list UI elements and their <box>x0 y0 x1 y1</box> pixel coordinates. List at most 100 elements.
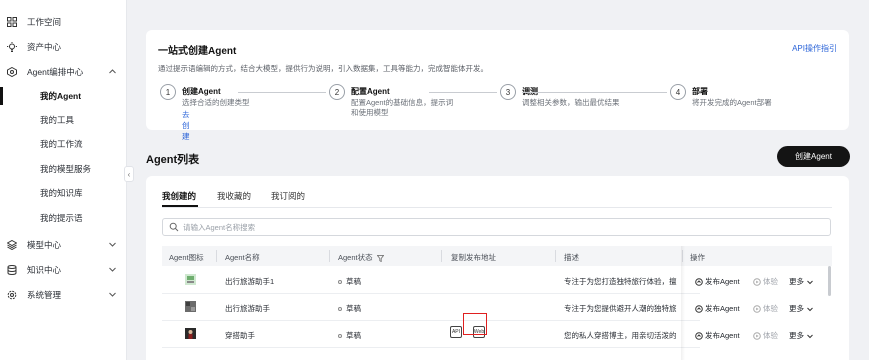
status-badge: 草稿 <box>338 303 361 314</box>
table-row[interactable]: 出行旅游助手 草稿 专注于为您提供避开人潮的独特旅 发布Agent 体验 更多 <box>162 294 848 321</box>
nav-item-system-admin[interactable]: 系统管理 <box>0 283 127 307</box>
col-agent-status: Agent状态 <box>338 252 385 263</box>
agent-avatar <box>185 301 196 312</box>
chevron-down-icon <box>807 280 813 284</box>
step-connector <box>522 92 667 93</box>
col-agent-icon: Agent图标 <box>169 253 204 262</box>
copy-api-address-icon[interactable]: API <box>450 326 462 338</box>
search-input[interactable] <box>183 222 783 232</box>
nav-label: Agent编排中心 <box>27 67 84 77</box>
step-desc: 将开发完成的Agent部署 <box>692 98 772 107</box>
table-scrollbar[interactable] <box>828 266 831 296</box>
test-button[interactable]: 体验 <box>753 276 778 287</box>
step-number: 4 <box>670 84 686 100</box>
column-divider <box>216 250 217 262</box>
step-number: 3 <box>500 84 516 100</box>
knowledge-icon <box>6 264 18 276</box>
status-badge: 草稿 <box>338 330 361 341</box>
chevron-down-icon <box>109 242 116 247</box>
test-button[interactable]: 体验 <box>753 303 778 314</box>
chevron-down-icon <box>807 307 813 311</box>
nav-item-knowledge-center[interactable]: 知识中心 <box>0 258 127 282</box>
sidebar-item-my-tools[interactable]: 我的工具 <box>0 108 127 132</box>
agent-name[interactable]: 穿搭助手 <box>225 330 255 341</box>
agent-name[interactable]: 出行旅游助手 <box>225 303 270 314</box>
sidebar-item-my-prompts[interactable]: 我的提示语 <box>0 206 127 230</box>
agent-description: 您的私人穿搭博主，用亲切活泼的 <box>564 331 677 340</box>
nav-item-model-center[interactable]: 模型中心 <box>0 233 127 257</box>
test-icon <box>753 331 761 340</box>
more-dropdown[interactable]: 更多 <box>789 276 816 287</box>
agent-name[interactable]: 出行旅游助手1 <box>225 276 274 287</box>
nav-label: 系统管理 <box>27 290 62 300</box>
go-create-link[interactable]: 去创建 <box>182 109 190 142</box>
step-connector <box>429 92 497 93</box>
settings-icon <box>6 289 18 301</box>
agent-avatar <box>185 328 196 339</box>
col-actions: 操作 <box>690 253 705 262</box>
sidebar-item-my-knowledge[interactable]: 我的知识库 <box>0 181 127 205</box>
nav-item-assets[interactable]: 资产中心 <box>0 35 127 59</box>
table-row[interactable]: 穿搭助手 草稿 API Web 您的私人穿搭博主，用亲切活泼的 发布Agent … <box>162 321 848 348</box>
status-dot-icon <box>338 334 342 339</box>
bulb-icon <box>6 41 18 53</box>
search-icon <box>169 222 179 232</box>
sidebar-item-my-agent[interactable]: 我的Agent <box>0 84 127 108</box>
publish-agent-button[interactable]: 发布Agent <box>695 303 740 314</box>
chevron-up-icon <box>109 69 116 74</box>
test-icon <box>753 277 761 286</box>
status-badge: 草稿 <box>338 276 361 287</box>
status-dot-icon <box>338 307 342 312</box>
publish-agent-button[interactable]: 发布Agent <box>695 330 740 341</box>
create-agent-button[interactable]: 创建Agent <box>777 146 850 167</box>
agent-icon <box>6 66 18 78</box>
tab-my-subscribed[interactable]: 我订阅的 <box>271 190 305 202</box>
chevron-left-icon: ‹ <box>127 169 131 179</box>
fixed-column-shadow <box>681 246 685 360</box>
sidebar-item-my-workflow[interactable]: 我的工作流 <box>0 132 127 156</box>
nav-item-agent-center[interactable]: Agent编排中心 <box>0 60 127 84</box>
step-title: 部署 <box>692 87 708 96</box>
model-icon <box>6 239 18 251</box>
more-dropdown[interactable]: 更多 <box>789 330 816 341</box>
intro-subtitle: 通过提示语编辑的方式，结合大模型，提供行为说明，引入数据集，工具等能力，完成智能… <box>158 64 488 73</box>
col-description: 描述 <box>564 253 579 262</box>
intro-title: 一站式创建Agent <box>158 46 237 57</box>
api-guide-link[interactable]: API操作指引 <box>792 43 837 54</box>
sidebar-item-my-model-service[interactable]: 我的模型服务 <box>0 157 127 181</box>
agent-list-title: Agent列表 <box>146 154 200 166</box>
highlight-box <box>463 313 487 335</box>
chevron-down-icon <box>807 334 813 338</box>
column-divider <box>441 250 442 262</box>
agent-list-card: 我创建的 我收藏的 我订阅的 Agent图标 Agent名称 Agent状态 复… <box>146 176 849 360</box>
chevron-down-icon <box>109 267 116 272</box>
search-box[interactable] <box>162 218 831 236</box>
nav-label: 模型中心 <box>27 240 62 250</box>
col-copy-address: 复制发布地址 <box>451 253 496 262</box>
nav-label: 工作空间 <box>27 17 62 27</box>
filter-icon[interactable] <box>376 254 385 262</box>
step-desc: 配置Agent的基础信息，提示词 和使用模型 <box>351 98 454 117</box>
chevron-down-icon <box>109 292 116 297</box>
step-desc: 选择合适的创建类型 <box>182 98 250 107</box>
col-agent-name: Agent名称 <box>225 253 260 262</box>
more-dropdown[interactable]: 更多 <box>789 303 816 314</box>
table-header: Agent图标 Agent名称 Agent状态 复制发布地址 描述 操作 <box>162 246 832 266</box>
column-divider <box>329 250 330 262</box>
publish-icon <box>695 331 703 340</box>
sidebar-collapse-button[interactable]: ‹ <box>124 166 134 182</box>
publish-icon <box>695 304 703 313</box>
publish-agent-button[interactable]: 发布Agent <box>695 276 740 287</box>
tab-my-created[interactable]: 我创建的 <box>162 190 196 202</box>
nav-label: 资产中心 <box>27 42 62 52</box>
status-dot-icon <box>338 280 342 285</box>
table-row[interactable]: 出行旅游助手1 草稿 专注于为您打造独特旅行体验，擅 发布Agent 体验 更多 <box>162 267 848 294</box>
tab-my-favorites[interactable]: 我收藏的 <box>217 190 251 202</box>
step-connector <box>238 92 326 93</box>
agent-description: 专注于为您打造独特旅行体验，擅 <box>564 277 677 286</box>
column-divider <box>555 250 556 262</box>
intro-card: 一站式创建Agent 通过提示语编辑的方式，结合大模型，提供行为说明，引入数据集… <box>146 30 849 141</box>
grid-icon <box>6 16 18 28</box>
test-button[interactable]: 体验 <box>753 330 778 341</box>
nav-item-workspace[interactable]: 工作空间 <box>0 10 127 34</box>
